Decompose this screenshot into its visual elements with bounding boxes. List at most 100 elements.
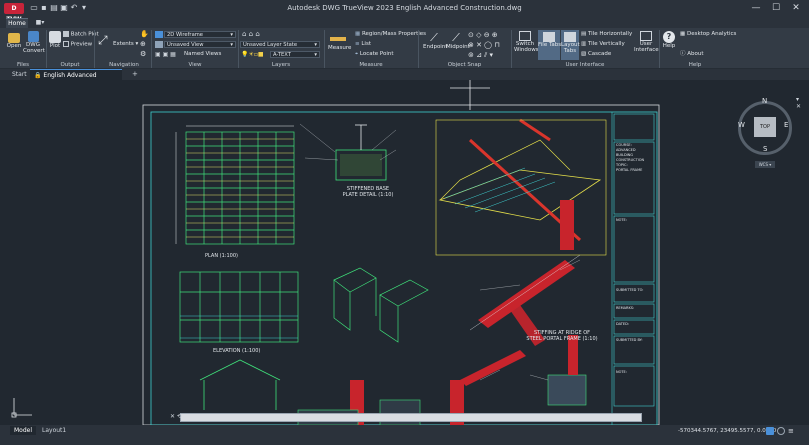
- minimize-button[interactable]: —: [749, 2, 763, 15]
- dwg-convert-button[interactable]: DWG Convert: [23, 31, 45, 54]
- locate-point-button[interactable]: ⌖ Locate Point: [355, 51, 394, 58]
- cascade-icon: ▧: [581, 51, 587, 57]
- file-tabs-button[interactable]: File Tabs: [538, 30, 562, 60]
- layer-on-icon: 💡☀▫■: [241, 51, 264, 58]
- window-controls-icon[interactable]: ▾ ✕: [796, 96, 802, 110]
- help-icon: ?: [663, 31, 675, 43]
- snap-modes-icon[interactable]: ⊙ ◇ ⊖ ⊕ ⊗ ✕ ◯ ⊓ ⊚ ⊿ ⫽ ▾: [468, 30, 508, 60]
- command-close-icon[interactable]: ✕ ⟲: [170, 413, 182, 420]
- panel-title-output: Output: [60, 62, 80, 68]
- endpoint-label: Endpoint: [423, 44, 448, 50]
- title-block-dated: DATED:: [616, 322, 629, 326]
- measure-button[interactable]: Measure: [328, 31, 351, 52]
- user-interface-button[interactable]: User Interface: [634, 31, 659, 53]
- base-plate-label-2: PLATE DETAIL (1:10): [342, 192, 394, 198]
- window-title: Autodesk DWG TrueView 2023 English Advan…: [287, 4, 522, 12]
- midpoint-button[interactable]: ⟋ Midpoint: [446, 31, 470, 51]
- zoom-status-icon[interactable]: [777, 427, 785, 435]
- plot-label: Plot: [49, 43, 61, 49]
- tile-vertically-button[interactable]: ▥ Tile Vertically: [581, 41, 625, 48]
- elevation-drawing: [179, 271, 299, 343]
- desktop-analytics-label: Desktop Analytics: [686, 31, 737, 37]
- file-tabs-label: File Tabs: [538, 42, 562, 48]
- preview-button[interactable]: Preview: [63, 41, 92, 49]
- snap-toggle-icon[interactable]: [766, 427, 774, 435]
- portal-frame-3d: [435, 118, 607, 256]
- orbit-icon[interactable]: ⊕: [140, 40, 146, 48]
- list-button[interactable]: ≡ List: [355, 41, 371, 48]
- menu-icon[interactable]: ≡: [788, 427, 798, 435]
- coordinates-readout: -570344.5767, 23495.5577, 0.0000: [678, 428, 777, 434]
- viewcube-top-face[interactable]: TOP: [754, 117, 776, 137]
- named-views-button[interactable]: Named Views: [184, 51, 221, 58]
- visual-style-value: 2D Wireframe: [167, 32, 203, 38]
- tile-horizontally-icon: ▤: [581, 31, 587, 37]
- region-icon: ▦: [355, 31, 361, 37]
- title-block-submitted-to: SUBMITTED TO:: [616, 288, 644, 292]
- endpoint-icon: ⟋: [430, 31, 438, 44]
- switch-windows-label-2: Windows: [514, 47, 539, 53]
- new-tab-button[interactable]: +: [132, 70, 138, 79]
- pan-icon[interactable]: ✋: [140, 30, 149, 38]
- midpoint-label: Midpoint: [446, 44, 470, 50]
- close-button[interactable]: ✕: [789, 2, 803, 15]
- panel-title-user-interface: User Interface: [565, 62, 605, 68]
- help-button[interactable]: ? Help: [661, 31, 677, 50]
- tile-horizontally-label: Tile Horizontally: [587, 31, 633, 37]
- zoom-icon[interactable]: ⚙: [140, 50, 146, 58]
- compass-west[interactable]: W: [738, 121, 745, 129]
- batch-plot-icon: [63, 31, 69, 37]
- list-icon: ≡: [355, 41, 360, 47]
- compass-south[interactable]: S: [763, 145, 767, 153]
- title-block-note-1: NOTE:: [616, 218, 627, 222]
- plot-button[interactable]: Plot: [48, 31, 62, 50]
- about-button[interactable]: ⓘ About: [680, 51, 704, 58]
- visual-style-icon: [155, 31, 163, 38]
- tab-document[interactable]: 🔒 English Advanced Construction ✕: [30, 69, 122, 90]
- maximize-button[interactable]: ☐: [769, 2, 783, 15]
- ucs-icon: [11, 398, 32, 418]
- region-mass-button[interactable]: ▦ Region/Mass Properties: [355, 31, 426, 38]
- layer-tools-icon[interactable]: ⌂ ⌂ ⌂: [242, 30, 260, 38]
- desktop-analytics-button[interactable]: ▦ Desktop Analytics: [680, 31, 736, 38]
- command-line[interactable]: [180, 413, 642, 422]
- tile-horizontally-button[interactable]: ▤ Tile Horizontally: [581, 31, 632, 38]
- locate-point-label: Locate Point: [359, 51, 394, 57]
- base-plate-title: STIFFENED BASE PLATE DETAIL (1:10): [338, 186, 398, 198]
- panel-title-help: Help: [688, 62, 702, 68]
- layer-state-select[interactable]: Unsaved Layer State ▾: [240, 41, 320, 48]
- layout-tabs-button[interactable]: Layout Tabs: [561, 30, 580, 60]
- switch-windows-button[interactable]: Switch Windows: [514, 31, 539, 53]
- layer-state-value: Unsaved Layer State: [243, 42, 298, 48]
- user-interface-label-2: Interface: [634, 47, 659, 53]
- layout-tabs-icon: [564, 32, 576, 42]
- printer-icon: [49, 31, 61, 43]
- tab-layout1[interactable]: Layout1: [38, 426, 70, 435]
- midpoint-icon: ⟋: [452, 31, 460, 44]
- view-tools-icon[interactable]: ▣ ▣ ▦: [155, 51, 176, 58]
- compass-north[interactable]: N: [762, 97, 767, 105]
- status-bar: [0, 435, 809, 445]
- visual-style-select[interactable]: 2D Wireframe ▾: [164, 31, 236, 38]
- layout-tabs-label-2: Tabs: [563, 48, 577, 54]
- folder-icon: [8, 33, 20, 43]
- open-button[interactable]: Open: [6, 31, 22, 50]
- wcs-menu[interactable]: WCS ▾: [755, 161, 775, 168]
- info-icon: ⓘ: [680, 51, 686, 57]
- tab-start[interactable]: Start: [12, 70, 27, 79]
- open-label: Open: [6, 43, 22, 49]
- current-layer-select[interactable]: A-TEXT ▾: [270, 51, 320, 58]
- ruler-icon: [330, 37, 346, 41]
- panel-title-view: View: [188, 62, 202, 68]
- tab-model[interactable]: Model: [10, 426, 37, 435]
- tab-overflow-icon[interactable]: ■▾: [33, 19, 47, 27]
- extents-label: Extents: [113, 41, 134, 47]
- named-view-select[interactable]: Unsaved View ▾: [164, 41, 236, 48]
- extents-button[interactable]: Extents ▾: [113, 41, 138, 48]
- extents-icon[interactable]: ⤢: [98, 34, 108, 46]
- title-block-remarks: REMARKS:: [616, 306, 635, 310]
- current-layer-value: A-TEXT: [273, 52, 291, 58]
- compass-east[interactable]: E: [784, 121, 788, 129]
- endpoint-button[interactable]: ⟋ Endpoint: [423, 31, 448, 51]
- cascade-button[interactable]: ▧ Cascade: [581, 51, 611, 58]
